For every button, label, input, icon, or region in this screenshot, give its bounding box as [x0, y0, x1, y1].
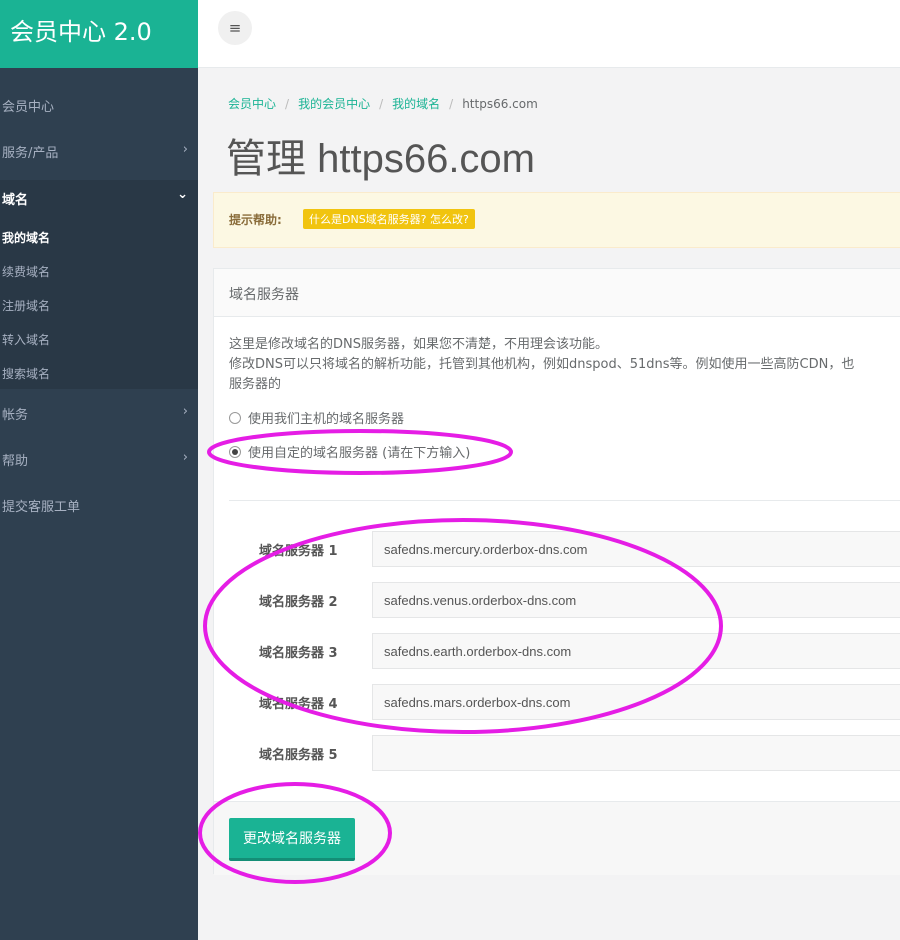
radio-option-custom-nameservers[interactable]: 使用自定的域名服务器 (请在下方输入) [229, 442, 470, 461]
sidebar-item-help[interactable]: 帮助 › [0, 450, 198, 469]
help-alert: 提示帮助: 什么是DNS域名服务器? 怎么改? [213, 192, 900, 248]
breadcrumb-link-my-member-center[interactable]: 我的会员中心 [298, 97, 370, 111]
panel-footer: 更改域名服务器 [214, 801, 900, 875]
chevron-right-icon: › [182, 404, 188, 419]
nameserver-2-label: 域名服务器 2 [259, 595, 338, 610]
sidebar-subitem-search-domain[interactable]: 搜索域名 [2, 365, 50, 382]
hamburger-menu-icon[interactable]: ≡ [218, 11, 252, 45]
sidebar-item-services[interactable]: 服务/产品 › [0, 142, 198, 161]
description-line: 这里是修改域名的DNS服务器，如果您不清楚，不用理会该功能。 [229, 337, 608, 352]
sidebar: 会员中心 2.0 会员中心 服务/产品 › 我的域名 续费域名 注册域名 转入域… [0, 0, 198, 940]
sidebar-item-domains[interactable]: 域名 ⌄ [0, 180, 198, 219]
sidebar-item-label: 服务/产品 [2, 146, 59, 161]
radio-option-default-nameservers[interactable]: 使用我们主机的域名服务器 [229, 408, 404, 427]
page-title: 管理 https66.com [226, 137, 536, 181]
sidebar-item-label: 会员中心 [2, 100, 55, 115]
brand-title[interactable]: 会员中心 2.0 [0, 0, 198, 68]
sidebar-subitem-transfer-domain[interactable]: 转入域名 [2, 331, 50, 348]
breadcrumb: 会员中心 / 我的会员中心 / 我的域名 / https66.com [228, 95, 538, 112]
panel-description: 这里是修改域名的DNS服务器，如果您不清楚，不用理会该功能。 修改DNS可以只将… [229, 335, 900, 395]
breadcrumb-separator: / [449, 97, 454, 111]
nameserver-4-input[interactable] [372, 684, 900, 720]
alert-label: 提示帮助: [229, 213, 282, 227]
nameserver-3-label: 域名服务器 3 [259, 646, 338, 661]
nameserver-3-input[interactable] [372, 633, 900, 669]
breadcrumb-separator: / [285, 97, 290, 111]
sidebar-subitem-renew-domain[interactable]: 续费域名 [2, 263, 50, 280]
chevron-right-icon: › [182, 142, 188, 157]
sidebar-item-label: 域名 [2, 193, 29, 208]
divider [229, 500, 900, 501]
description-line: 服务器的 [229, 377, 282, 392]
breadcrumb-current: https66.com [462, 97, 538, 111]
breadcrumb-link-my-domains[interactable]: 我的域名 [392, 97, 440, 111]
chevron-right-icon: › [182, 450, 188, 465]
nameserver-panel: 域名服务器 这里是修改域名的DNS服务器，如果您不清楚，不用理会该功能。 修改D… [213, 268, 900, 875]
sidebar-item-billing[interactable]: 帐务 › [0, 404, 198, 423]
change-nameservers-button[interactable]: 更改域名服务器 [229, 818, 355, 861]
radio-label: 使用我们主机的域名服务器 [248, 412, 405, 427]
nameserver-1-input[interactable] [372, 531, 900, 567]
radio-label: 使用自定的域名服务器 (请在下方输入) [248, 446, 471, 461]
top-navbar: ≡ [198, 0, 900, 68]
nameserver-5-label: 域名服务器 5 [259, 748, 338, 763]
breadcrumb-separator: / [379, 97, 384, 111]
nameserver-4-label: 域名服务器 4 [259, 697, 338, 712]
sidebar-item-label: 帐务 [2, 408, 29, 423]
nameserver-2-input[interactable] [372, 582, 900, 618]
sidebar-item-label: 提交客服工单 [2, 500, 81, 515]
nameserver-5-input[interactable] [372, 735, 900, 771]
sidebar-item-submit-ticket[interactable]: 提交客服工单 [0, 496, 198, 515]
breadcrumb-link-member-center[interactable]: 会员中心 [228, 97, 276, 111]
nameserver-1-label: 域名服务器 1 [259, 544, 338, 559]
sidebar-subitem-my-domains[interactable]: 我的域名 [2, 229, 50, 246]
chevron-down-icon: ⌄ [177, 187, 188, 202]
panel-heading: 域名服务器 [214, 269, 900, 317]
sidebar-submenu-domains: 我的域名 续费域名 注册域名 转入域名 搜索域名 [0, 219, 198, 389]
dns-help-link[interactable]: 什么是DNS域名服务器? 怎么改? [303, 209, 475, 229]
sidebar-item-label: 帮助 [2, 454, 29, 469]
radio-button[interactable] [229, 412, 241, 424]
radio-button-checked[interactable] [229, 446, 241, 458]
description-line: 修改DNS可以只将域名的解析功能，托管到其他机构，例如dnspod、51dns等… [229, 357, 855, 372]
sidebar-item-member-center[interactable]: 会员中心 [0, 96, 198, 115]
sidebar-subitem-register-domain[interactable]: 注册域名 [2, 297, 50, 314]
